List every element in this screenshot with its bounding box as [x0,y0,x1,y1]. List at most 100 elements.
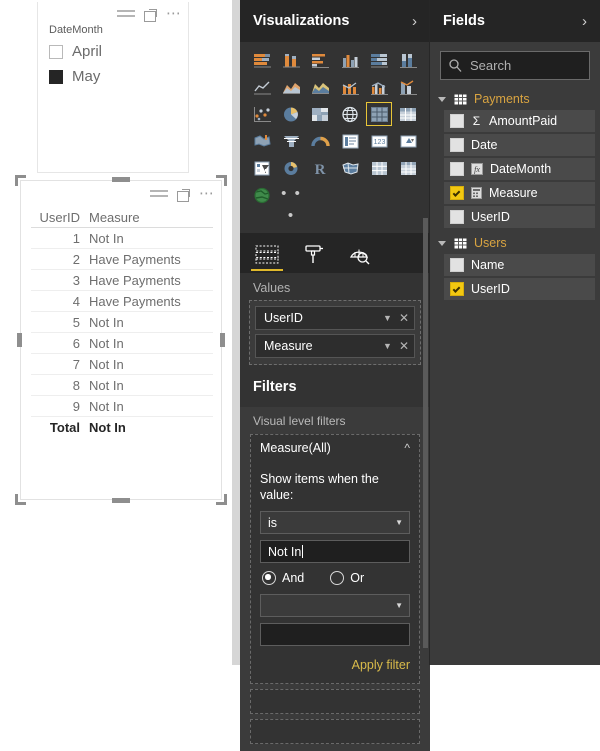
resize-handle-right[interactable] [220,333,225,347]
pie-chart-icon[interactable] [278,102,304,126]
funnel-chart-icon[interactable] [278,129,304,153]
field-checkbox[interactable] [450,210,464,224]
search-input[interactable]: Search [440,51,590,80]
radio-icon[interactable] [330,571,345,585]
table-row[interactable]: 5 Not In [31,312,213,333]
field-item-users-userid[interactable]: UserID [444,278,595,300]
resize-handle-bottom[interactable] [112,498,130,503]
format-tab[interactable] [290,235,336,273]
field-checkbox-checked[interactable] [450,186,464,200]
expand-triangle-icon[interactable] [438,240,446,246]
filled-map-icon[interactable] [249,129,275,153]
donut-chart-icon[interactable] [278,156,304,180]
line-and-clustered-column-chart-icon[interactable] [366,75,392,99]
resize-handle-top[interactable] [112,177,130,182]
checkbox-icon[interactable] [49,44,63,59]
focus-mode-icon[interactable] [144,8,157,22]
multi-row-card-icon[interactable]: 123 [366,129,392,153]
line-chart-icon[interactable] [249,75,275,99]
filter-card-measure[interactable]: Measure(All) ^ Show items when the value… [250,434,420,684]
table-visual-icon[interactable] [366,102,393,126]
table-row[interactable]: 7 Not In [31,354,213,375]
remove-field-icon[interactable]: ✕ [399,311,409,325]
resize-handle-top-right[interactable] [216,175,227,186]
chevron-up-icon[interactable]: ^ [404,441,410,455]
chevron-right-icon[interactable]: › [412,13,417,30]
field-checkbox[interactable] [450,138,464,152]
focus-mode-icon[interactable] [177,188,190,202]
filter-value-input-1[interactable]: Not In [260,540,410,563]
chevron-down-icon[interactable]: ▼ [395,518,403,527]
fields-tab[interactable] [244,235,290,273]
chevron-right-icon[interactable]: › [582,13,587,30]
slicer-visual-datemonth[interactable]: ⋯ DateMonth April May [37,2,189,173]
field-checkbox-checked[interactable] [450,282,464,296]
chevron-down-icon[interactable]: ▼ [383,341,392,351]
report-canvas[interactable]: ⋯ DateMonth April May ⋯ UserID Measure 1… [0,0,240,665]
slicer-list-icon[interactable] [117,8,135,20]
r-script-visual-icon[interactable]: R [308,156,334,180]
table-row[interactable]: 3 Have Payments [31,270,213,291]
scatter-chart-icon[interactable] [249,102,275,126]
more-options-icon[interactable]: ⋯ [166,6,182,21]
field-chip-userid[interactable]: UserID ▼ ✕ [255,306,415,330]
slicer-item-may[interactable]: May [49,68,100,85]
table-row[interactable]: 4 Have Payments [31,291,213,312]
table-row[interactable]: 6 Not In [31,333,213,354]
clustered-column-chart-icon[interactable] [337,48,363,72]
field-checkbox[interactable] [450,162,464,176]
100-percent-stacked-column-chart-icon[interactable] [396,48,422,72]
gauge-chart-icon[interactable] [308,129,334,153]
resize-handle-bottom-right[interactable] [216,494,227,505]
fields-table-users[interactable]: Users [430,232,600,254]
field-item-measure[interactable]: Measure [444,182,595,204]
field-item-date[interactable]: Date [444,134,595,156]
slicer-visual-icon[interactable] [249,156,275,180]
field-checkbox[interactable] [450,114,464,128]
table-row[interactable]: 2 Have Payments [31,249,213,270]
fields-table-payments[interactable]: Payments [430,88,600,110]
column-header-measure[interactable]: Measure [89,210,213,225]
ribbon-chart-icon[interactable] [396,75,422,99]
field-item-userid[interactable]: UserID [444,206,595,228]
radio-and[interactable]: And [262,571,304,585]
table-visual[interactable]: ⋯ UserID Measure 1 Not In 2 Have Payment… [15,175,227,505]
field-item-name[interactable]: Name [444,254,595,276]
stacked-bar-chart-icon[interactable] [249,48,275,72]
map-icon[interactable] [337,102,363,126]
table-row[interactable]: 1 Not In [31,228,213,249]
expand-triangle-icon[interactable] [438,96,446,102]
report-page[interactable]: ⋯ DateMonth April May ⋯ UserID Measure 1… [0,0,232,665]
chevron-down-icon[interactable]: ▼ [383,313,392,323]
table-row[interactable]: 8 Not In [31,375,213,396]
treemap-icon[interactable] [308,102,334,126]
radio-or[interactable]: Or [330,571,364,585]
values-dropzone[interactable]: UserID ▼ ✕ Measure ▼ ✕ [249,300,421,365]
filter-operator-dropdown-1[interactable]: is ▼ [260,511,410,534]
resize-handle-left[interactable] [17,333,22,347]
clustered-bar-chart-icon[interactable] [308,48,334,72]
filter-card-collapsed-1[interactable] [250,689,420,714]
area-chart-icon[interactable] [278,75,304,99]
radio-icon-selected[interactable] [262,571,276,585]
visualizations-pane-scrollbar[interactable] [423,218,428,648]
filter-value-input-2[interactable] [260,623,410,646]
resize-handle-bottom-left[interactable] [15,494,26,505]
table-row[interactable]: 9 Not In [31,396,213,417]
field-chip-measure[interactable]: Measure ▼ ✕ [255,334,415,358]
filter-card-header[interactable]: Measure(All) ^ [260,441,410,455]
more-visuals-icon[interactable]: • • • [278,183,304,227]
analytics-tab[interactable] [336,235,382,273]
remove-field-icon[interactable]: ✕ [399,339,409,353]
more-options-icon[interactable]: ⋯ [199,186,215,201]
column-header-userid[interactable]: UserID [31,210,89,225]
filter-card-collapsed-2[interactable] [250,719,420,744]
arcgis-map-icon[interactable] [249,183,275,207]
filter-operator-dropdown-2[interactable]: ▼ [260,594,410,617]
slicer-item-april[interactable]: April [49,43,102,60]
checkbox-checked-icon[interactable] [49,69,63,84]
card-visual-icon[interactable] [337,129,363,153]
shape-map-icon[interactable] [337,156,363,180]
field-checkbox[interactable] [450,258,464,272]
apply-filter-button[interactable]: Apply filter [352,658,410,672]
